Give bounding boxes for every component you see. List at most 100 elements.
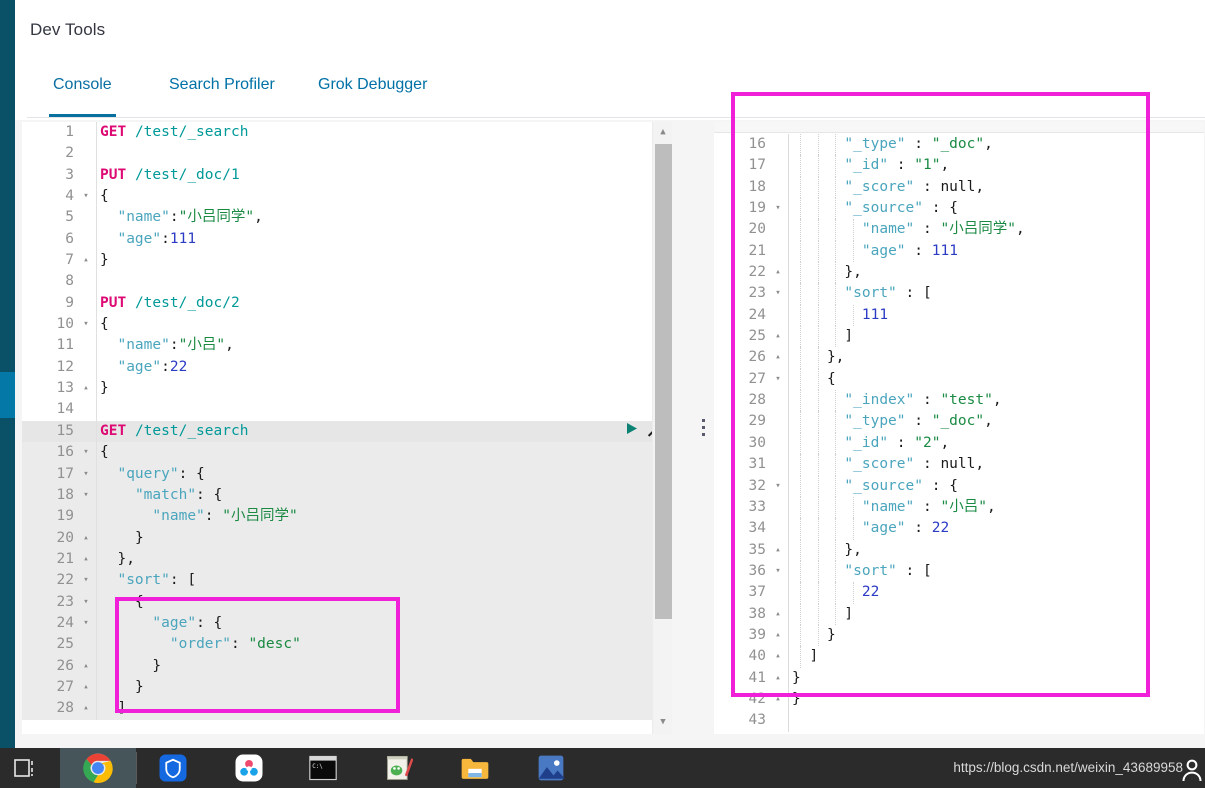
editor-line[interactable]: 1 GET /test/_search	[22, 122, 672, 144]
tab-grok-debugger[interactable]: Grok Debugger	[314, 66, 431, 117]
fold-toggle-icon[interactable]: ▴	[80, 549, 92, 570]
fold-toggle-icon[interactable]: ▾	[80, 464, 92, 485]
editor-line[interactable]: 16 ▾ {	[22, 442, 672, 464]
fold-toggle-icon[interactable]: ▾	[80, 570, 92, 591]
output-line[interactable]: 41 ▴}	[714, 667, 1204, 689]
output-line[interactable]: 32 ▾ "_source" : {	[714, 475, 1204, 497]
fold-toggle-icon[interactable]: ▴	[772, 646, 784, 667]
fold-toggle-icon[interactable]: ▾	[80, 186, 92, 207]
editor-line[interactable]: 26 ▴ }	[22, 655, 672, 677]
editor-line[interactable]: 27 ▴ }	[22, 676, 672, 699]
output-line[interactable]: 26 ▴ },	[714, 347, 1204, 369]
editor-line[interactable]: 28 ▴ ]	[22, 698, 672, 720]
output-line[interactable]: 30 "_id" : "2",	[714, 432, 1204, 455]
editor-line[interactable]: 3 PUT /test/_doc/1	[22, 164, 672, 187]
fold-toggle-icon[interactable]: ▾	[80, 485, 92, 506]
panel-splitter[interactable]	[696, 122, 712, 734]
fold-toggle-icon[interactable]: ▴	[772, 625, 784, 646]
fold-toggle-icon[interactable]: ▾	[772, 198, 784, 219]
output-line[interactable]: 35 ▴ },	[714, 539, 1204, 561]
output-line[interactable]: 19 ▾ "_source" : {	[714, 198, 1204, 220]
output-line[interactable]: 18 "_score" : null,	[714, 176, 1204, 199]
output-line[interactable]: 43	[714, 710, 1204, 732]
scroll-down-icon[interactable]: ▼	[653, 714, 672, 732]
output-line[interactable]: 42 ▴}	[714, 688, 1204, 711]
editor-scrollbar[interactable]: ▲ ▼	[652, 122, 672, 734]
output-line[interactable]: 22 ▴ },	[714, 262, 1204, 284]
output-line[interactable]: 17 "_id" : "1",	[714, 155, 1204, 177]
editor-line[interactable]: 20 ▴ }	[22, 527, 672, 549]
editor-line[interactable]: 12 "age":22	[22, 356, 672, 379]
output-line[interactable]: 39 ▴ }	[714, 624, 1204, 647]
editor-line[interactable]: 10 ▾ {	[22, 314, 672, 336]
taskbar-app-shield-icon[interactable]	[148, 748, 198, 788]
taskbar-app-notepad-icon[interactable]	[374, 748, 424, 788]
fold-toggle-icon[interactable]: ▾	[80, 442, 92, 463]
output-line[interactable]: 40 ▴ ]	[714, 646, 1204, 668]
editor-line[interactable]: 18 ▾ "match": {	[22, 484, 672, 507]
editor-line[interactable]: 13 ▴}	[22, 378, 672, 400]
output-line[interactable]: 29 "_type" : "_doc",	[714, 411, 1204, 433]
editor-line[interactable]: 24 ▾ "age": {	[22, 612, 672, 635]
output-line[interactable]: 24 111	[714, 304, 1204, 327]
fold-toggle-icon[interactable]: ▾	[80, 613, 92, 634]
fold-toggle-icon[interactable]: ▴	[772, 689, 784, 710]
output-line[interactable]: 25 ▴ ]	[714, 326, 1204, 348]
tab-search-profiler[interactable]: Search Profiler	[165, 66, 279, 117]
fold-toggle-icon[interactable]: ▴	[772, 604, 784, 625]
fold-toggle-icon[interactable]: ▾	[772, 476, 784, 497]
editor-line[interactable]: 22 ▾ "sort": [	[22, 570, 672, 592]
splitter-grip-icon[interactable]	[702, 419, 706, 440]
output-line[interactable]: 37 22	[714, 582, 1204, 604]
output-line[interactable]: 34 "age" : 22	[714, 518, 1204, 540]
editor-line[interactable]: 23 ▾ {	[22, 591, 672, 613]
editor-line[interactable]: 21 ▴ },	[22, 548, 672, 571]
tab-console[interactable]: Console	[49, 66, 116, 117]
editor-line[interactable]: 14	[22, 399, 672, 421]
task-view-icon[interactable]	[0, 748, 52, 788]
fold-toggle-icon[interactable]: ▴	[772, 262, 784, 283]
fold-toggle-icon[interactable]: ▴	[772, 540, 784, 561]
editor-line[interactable]: 19 "name": "小吕同学"	[22, 506, 672, 528]
play-icon[interactable]	[618, 421, 644, 442]
fold-toggle-icon[interactable]: ▴	[772, 668, 784, 689]
fold-toggle-icon[interactable]: ▴	[80, 677, 92, 698]
kibana-side-rail-active-item[interactable]	[0, 372, 15, 418]
output-line[interactable]: 36 ▾ "sort" : [	[714, 560, 1204, 583]
output-line[interactable]: 21 "age" : 111	[714, 240, 1204, 263]
output-line[interactable]: 31 "_score" : null,	[714, 454, 1204, 476]
editor-line[interactable]: 5 "name":"小吕同学",	[22, 207, 672, 229]
editor-line[interactable]: 4 ▾ {	[22, 186, 672, 208]
taskbar-app-terminal-icon[interactable]: C:\	[298, 748, 348, 788]
editor-line[interactable]: 2	[22, 143, 672, 165]
editor-line[interactable]: 7 ▴}	[22, 250, 672, 272]
output-line[interactable]: 27 ▾ {	[714, 368, 1204, 391]
taskbar-app-photos-icon[interactable]	[526, 748, 576, 788]
editor-line[interactable]: 8	[22, 271, 672, 293]
editor-line[interactable]: 6 "age":111	[22, 228, 672, 251]
output-line[interactable]: 33 "name" : "小吕",	[714, 496, 1204, 519]
editor-line[interactable]: 11 "name":"小吕",	[22, 335, 672, 357]
scroll-up-icon[interactable]: ▲	[653, 124, 672, 142]
output-line[interactable]: 38 ▴ ]	[714, 603, 1204, 625]
taskbar-app-cloud-sync-icon[interactable]	[224, 748, 274, 788]
editor-line[interactable]: 9 PUT /test/_doc/2	[22, 292, 672, 315]
editor-scrollbar-thumb[interactable]	[655, 144, 672, 619]
taskbar-app-folder-icon[interactable]	[450, 748, 500, 788]
fold-toggle-icon[interactable]: ▴	[80, 698, 92, 719]
output-line[interactable]: 20 "name" : "小吕同学",	[714, 219, 1204, 241]
output-line[interactable]: 16 "_type" : "_doc",	[714, 134, 1204, 156]
fold-toggle-icon[interactable]: ▴	[772, 326, 784, 347]
output-line[interactable]: 23 ▾ "sort" : [	[714, 283, 1204, 305]
fold-toggle-icon[interactable]: ▾	[772, 283, 784, 304]
fold-toggle-icon[interactable]: ▴	[80, 378, 92, 399]
fold-toggle-icon[interactable]: ▾	[80, 314, 92, 335]
fold-toggle-icon[interactable]: ▾	[772, 561, 784, 582]
fold-toggle-icon[interactable]: ▴	[80, 250, 92, 271]
response-output[interactable]: 16 "_type" : "_doc", 17 "_id" : "1", 18 "_…	[714, 122, 1204, 734]
fold-toggle-icon[interactable]: ▴	[772, 347, 784, 368]
editor-line[interactable]: 25 "order": "desc"	[22, 634, 672, 656]
editor-line[interactable]: 17 ▾ "query": {	[22, 463, 672, 485]
fold-toggle-icon[interactable]: ▴	[80, 528, 92, 549]
fold-toggle-icon[interactable]: ▾	[80, 592, 92, 613]
